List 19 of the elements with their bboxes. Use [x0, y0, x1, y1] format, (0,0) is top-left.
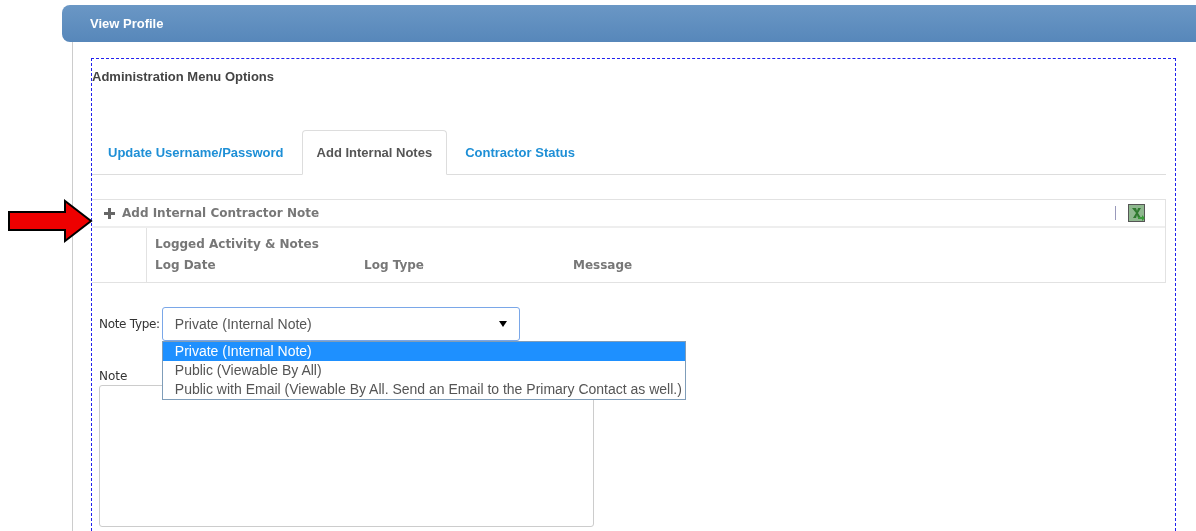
column-header: Log Type — [364, 258, 425, 272]
caret-icon — [498, 321, 507, 327]
arrow-icon — [7, 199, 93, 243]
add-note-button[interactable]: Add Internal Contractor Note — [104, 206, 320, 220]
dropdown-option[interactable]: Public (Viewable By All) — [162, 361, 685, 380]
plus-icon — [104, 207, 115, 219]
column-header: Message — [573, 258, 634, 272]
section-title: Administration Menu Options — [92, 69, 275, 84]
column-header: Log Date — [155, 258, 217, 272]
tab[interactable]: Update Username/Password — [94, 131, 298, 174]
tab[interactable]: Contractor Status — [451, 131, 589, 174]
note-label: Note — [99, 369, 128, 383]
note-type-label: Note Type: — [99, 317, 160, 331]
dropdown-option[interactable]: Public with Email (Viewable By All. Send an Email to the Primary Contact as well.) — [162, 380, 685, 399]
note-type-select[interactable]: Private (Internal Note) — [161, 307, 520, 341]
spreadsheet-export-icon[interactable] — [1128, 204, 1145, 222]
grid-group-title: Logged Activity & Notes — [155, 237, 320, 251]
tab[interactable]: Add Internal Notes — [301, 130, 448, 175]
page-title: View Profile — [90, 16, 164, 31]
